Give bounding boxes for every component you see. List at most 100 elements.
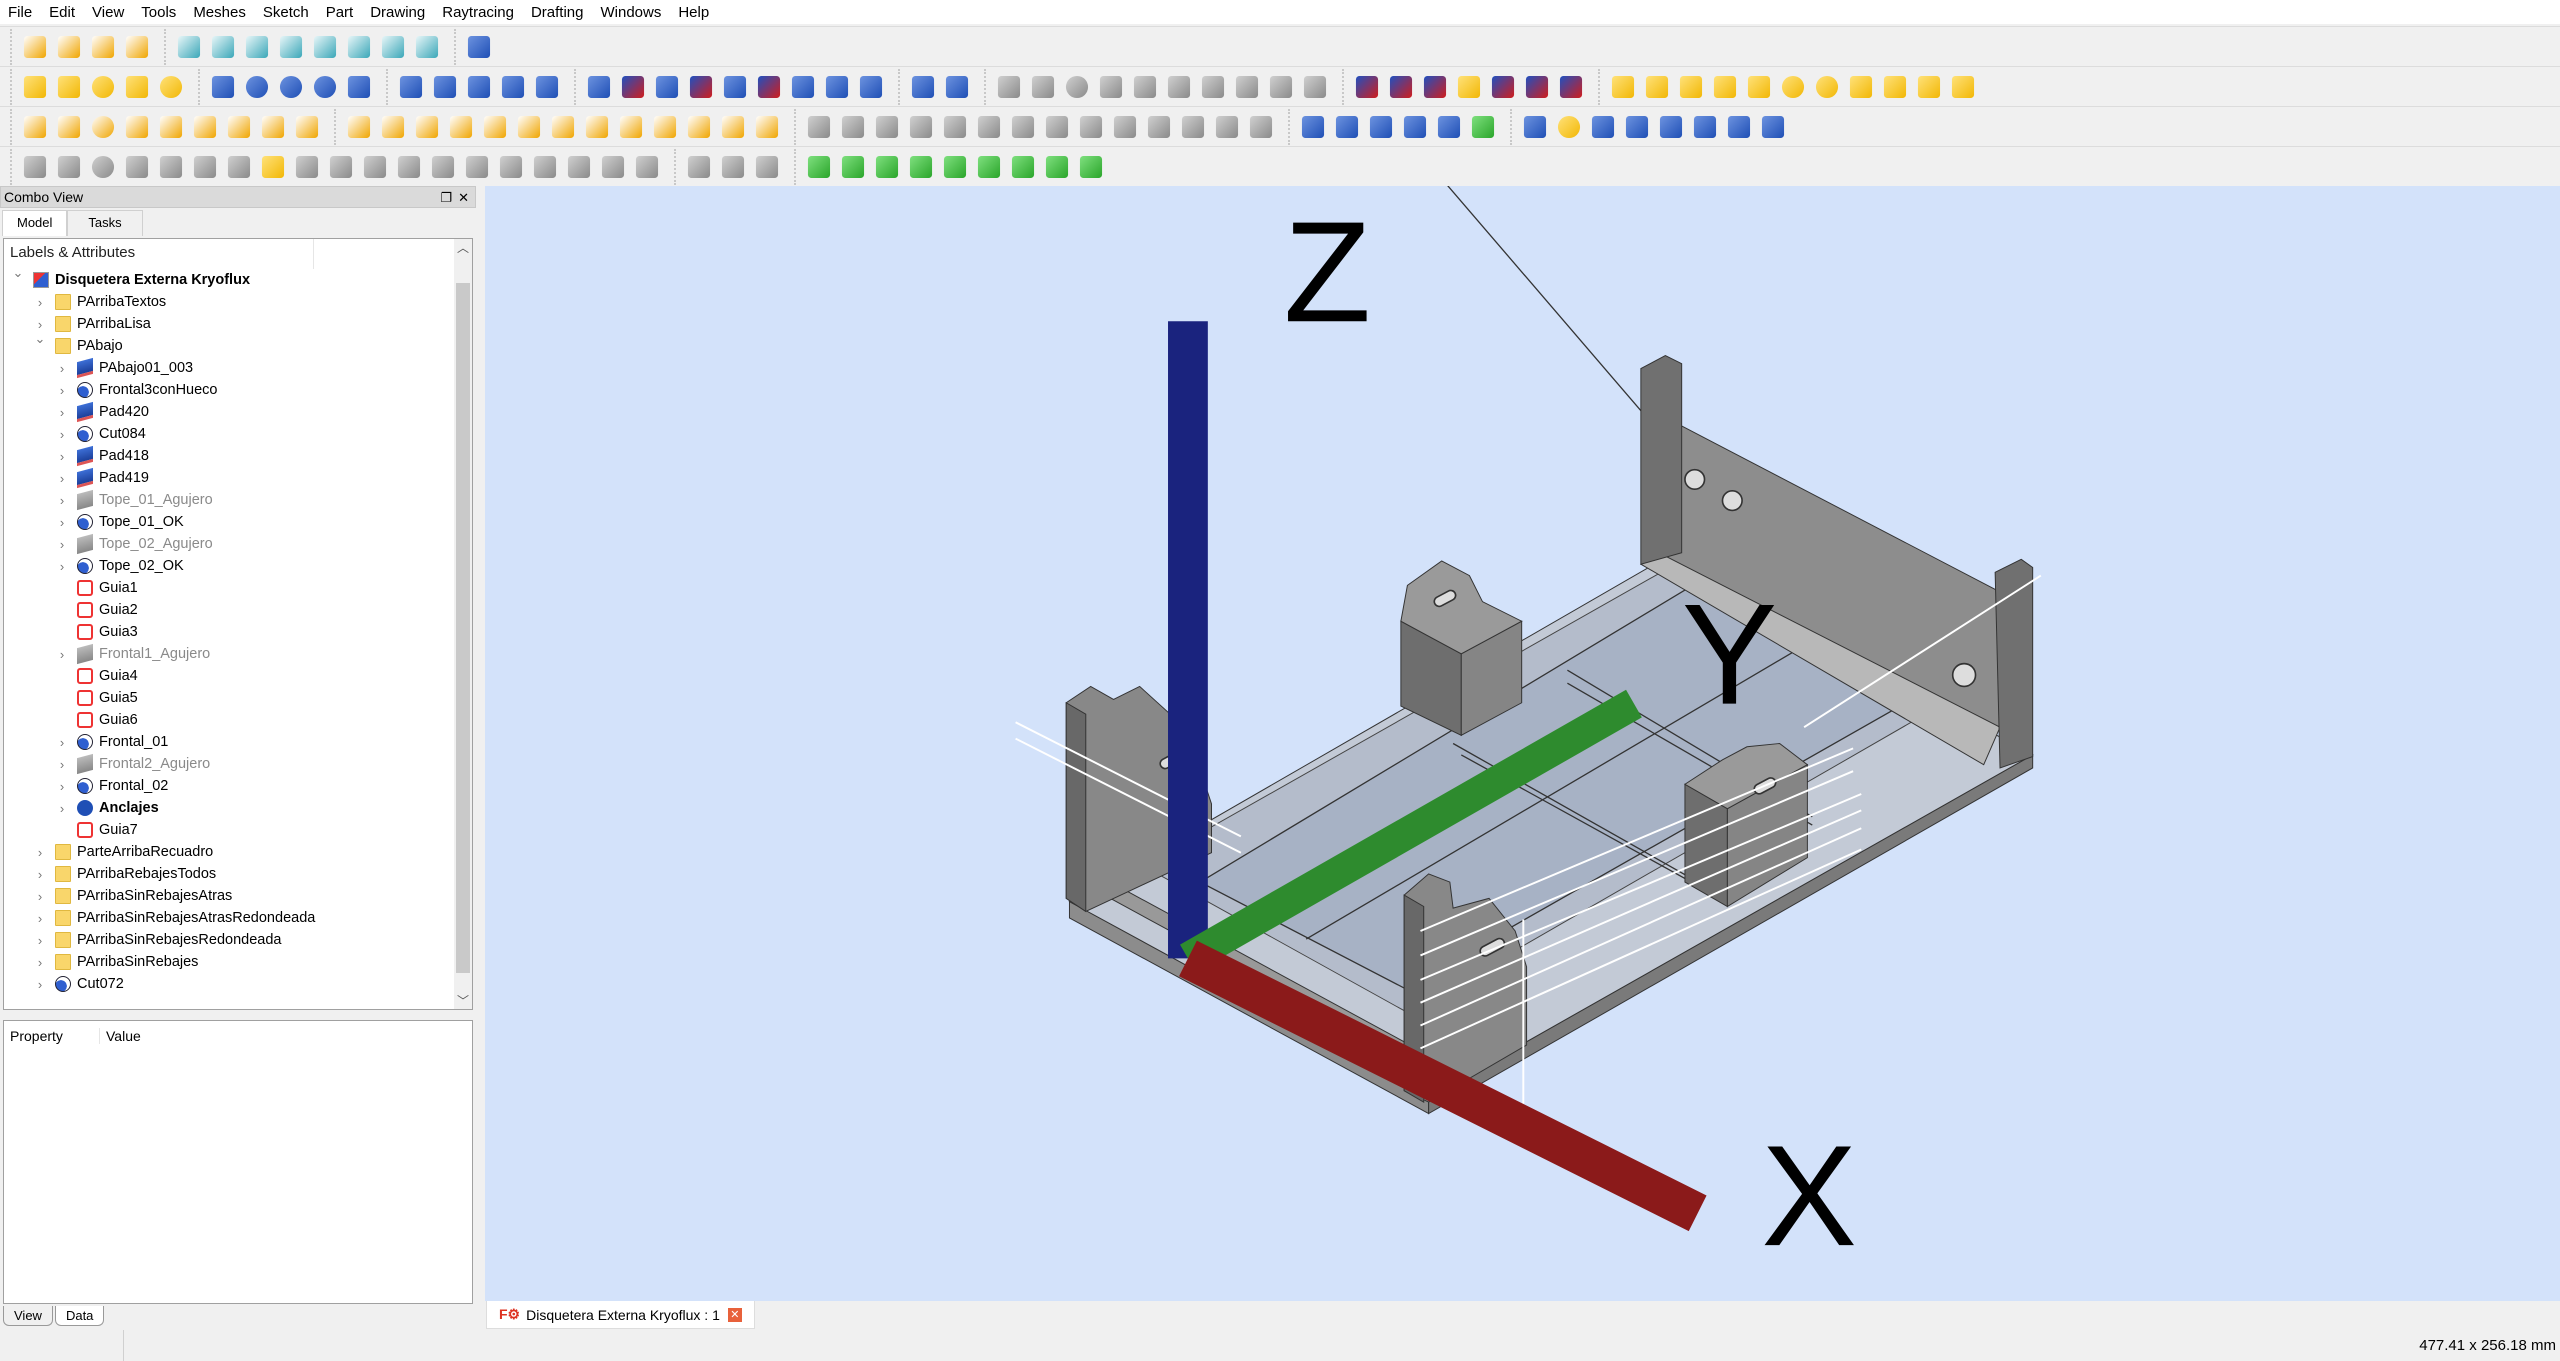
draft-arc-icon[interactable] <box>125 115 149 138</box>
menu-drafting[interactable]: Drafting <box>531 4 584 21</box>
tree-item[interactable]: › PArribaSinRebajesRedondeada <box>4 929 472 951</box>
tree-item[interactable]: › PArribaSinRebajesAtrasRedondeada <box>4 907 472 929</box>
menu-help[interactable]: Help <box>678 4 709 21</box>
revolve-icon[interactable] <box>433 75 457 98</box>
import-icon[interactable] <box>91 35 115 58</box>
right-view-icon[interactable] <box>313 35 337 58</box>
draft-circle-icon[interactable] <box>91 115 115 138</box>
tree-item[interactable]: › PArribaSinRebajesAtras <box>4 885 472 907</box>
chamfer-icon[interactable] <box>535 75 559 98</box>
attach-icon[interactable] <box>1335 115 1359 138</box>
sketch-circle-icon[interactable] <box>91 155 115 178</box>
sync-icon[interactable] <box>1301 115 1325 138</box>
draft-shape2d-icon[interactable] <box>619 115 643 138</box>
tree-item[interactable]: › Pad418 <box>4 445 472 467</box>
primitive-cone-icon[interactable] <box>1679 75 1703 98</box>
torus-icon[interactable] <box>159 75 183 98</box>
draft-dimension-icon[interactable] <box>295 115 319 138</box>
shape-gray-icon[interactable] <box>1625 115 1649 138</box>
export-icon[interactable] <box>945 75 969 98</box>
draft-upgrade-icon[interactable] <box>483 115 507 138</box>
sketch-trim-icon[interactable] <box>687 155 711 178</box>
tree-item[interactable]: › PAbajo01_003 <box>4 357 472 379</box>
tree-item[interactable]: Guia7 <box>4 819 472 841</box>
constraint-perpendicular-icon[interactable] <box>977 115 1001 138</box>
tree-item[interactable]: › Frontal_02 <box>4 775 472 797</box>
constraint-distance-y-icon[interactable] <box>1181 115 1205 138</box>
sketch-polyline-icon[interactable] <box>499 155 523 178</box>
chevron-right-icon[interactable]: › <box>56 383 68 398</box>
chevron-right-icon[interactable]: › <box>56 515 68 530</box>
tree-item[interactable]: Guia1 <box>4 577 472 599</box>
pad-icon[interactable] <box>587 75 611 98</box>
tree-item[interactable]: Guia3 <box>4 621 472 643</box>
circle-icon[interactable] <box>1065 75 1089 98</box>
additive-loft-icon[interactable] <box>723 75 747 98</box>
mesh-fill-icon[interactable] <box>1011 155 1035 178</box>
constraint-distance-icon[interactable] <box>1215 115 1239 138</box>
draft-del-point-icon[interactable] <box>721 115 745 138</box>
raytrace-fillet-icon[interactable] <box>1491 75 1515 98</box>
constraint-tangent-icon[interactable] <box>1011 115 1035 138</box>
draft-move-icon[interactable] <box>347 115 371 138</box>
chevron-right-icon[interactable]: › <box>56 779 68 794</box>
chevron-right-icon[interactable]: › <box>56 493 68 508</box>
a3-page-icon[interactable] <box>57 35 81 58</box>
menu-raytracing[interactable]: Raytracing <box>442 4 514 21</box>
revolution-icon[interactable] <box>655 75 679 98</box>
draft-stretch-icon[interactable] <box>449 115 473 138</box>
tree-item[interactable]: › Cut084 <box>4 423 472 445</box>
chevron-right-icon[interactable]: › <box>56 361 68 376</box>
check-geometry-icon[interactable] <box>1727 115 1751 138</box>
chevron-right-icon[interactable]: › <box>34 889 46 904</box>
union-icon[interactable] <box>211 75 235 98</box>
raytrace-cylinder-icon[interactable] <box>1457 75 1481 98</box>
draft-add-point-icon[interactable] <box>687 115 711 138</box>
primitive-box-icon[interactable] <box>1611 75 1635 98</box>
sketch-extend-icon[interactable] <box>721 155 745 178</box>
constraint-lock-icon[interactable] <box>1113 115 1137 138</box>
mesh-arrow-icon[interactable] <box>875 155 899 178</box>
arc-icon[interactable] <box>1099 75 1123 98</box>
rectangle-icon[interactable] <box>1167 75 1191 98</box>
sketch-arc3-icon[interactable] <box>125 155 149 178</box>
tree-item[interactable]: Guia5 <box>4 687 472 709</box>
document-tab[interactable]: F⚙ Disquetera Externa Kryoflux : 1 ✕ <box>486 1301 755 1329</box>
sketch-external-icon[interactable] <box>601 155 625 178</box>
draft-rectangle-icon[interactable] <box>159 115 183 138</box>
draft-offset-icon[interactable] <box>415 115 439 138</box>
raytrace-pattern-icon[interactable] <box>1559 75 1583 98</box>
primitive-cylinder2-icon[interactable] <box>1747 75 1771 98</box>
sketch-line2-icon[interactable] <box>397 155 421 178</box>
tree-item[interactable]: › Tope_02_OK <box>4 555 472 577</box>
constraint-equal-icon[interactable] <box>1045 115 1069 138</box>
primitive-helix-icon[interactable] <box>1883 75 1907 98</box>
chevron-right-icon[interactable]: › <box>56 405 68 420</box>
sketch-bspline-icon[interactable] <box>159 155 183 178</box>
constraint-symmetric-icon[interactable] <box>1079 115 1103 138</box>
chevron-down-icon[interactable]: ⌄ <box>34 331 46 347</box>
shape-sphere-icon[interactable] <box>1557 115 1581 138</box>
point-icon[interactable] <box>997 75 1021 98</box>
constraint-parallel-icon[interactable] <box>943 115 967 138</box>
tree-item[interactable]: › Frontal1_Agujero <box>4 643 472 665</box>
loft-icon[interactable] <box>1693 115 1717 138</box>
tab-data[interactable]: Data <box>54 1306 105 1326</box>
tree-item[interactable]: ⌄ Disquetera Externa Kryoflux <box>4 265 472 291</box>
shell-icon[interactable] <box>347 75 371 98</box>
draft-bspline-icon[interactable] <box>227 115 251 138</box>
raytrace-lego-icon[interactable] <box>1525 75 1549 98</box>
sketch-fillet-icon[interactable] <box>295 155 319 178</box>
tree-item[interactable]: Guia4 <box>4 665 472 687</box>
mesh-curve-icon[interactable] <box>1045 155 1069 178</box>
multi-pattern-icon[interactable] <box>825 75 849 98</box>
draft-downgrade-icon[interactable] <box>517 115 541 138</box>
primitive-wedge-icon[interactable] <box>1849 75 1873 98</box>
tree-item[interactable]: › Pad419 <box>4 467 472 489</box>
sketch-split-icon[interactable] <box>755 155 779 178</box>
mesh-remove-icon[interactable] <box>1079 155 1103 178</box>
tree-item[interactable]: › Frontal_01 <box>4 731 472 753</box>
sketch-octagon-icon[interactable] <box>431 155 455 178</box>
mirror-icon[interactable] <box>467 75 491 98</box>
split-icon[interactable] <box>1303 75 1327 98</box>
